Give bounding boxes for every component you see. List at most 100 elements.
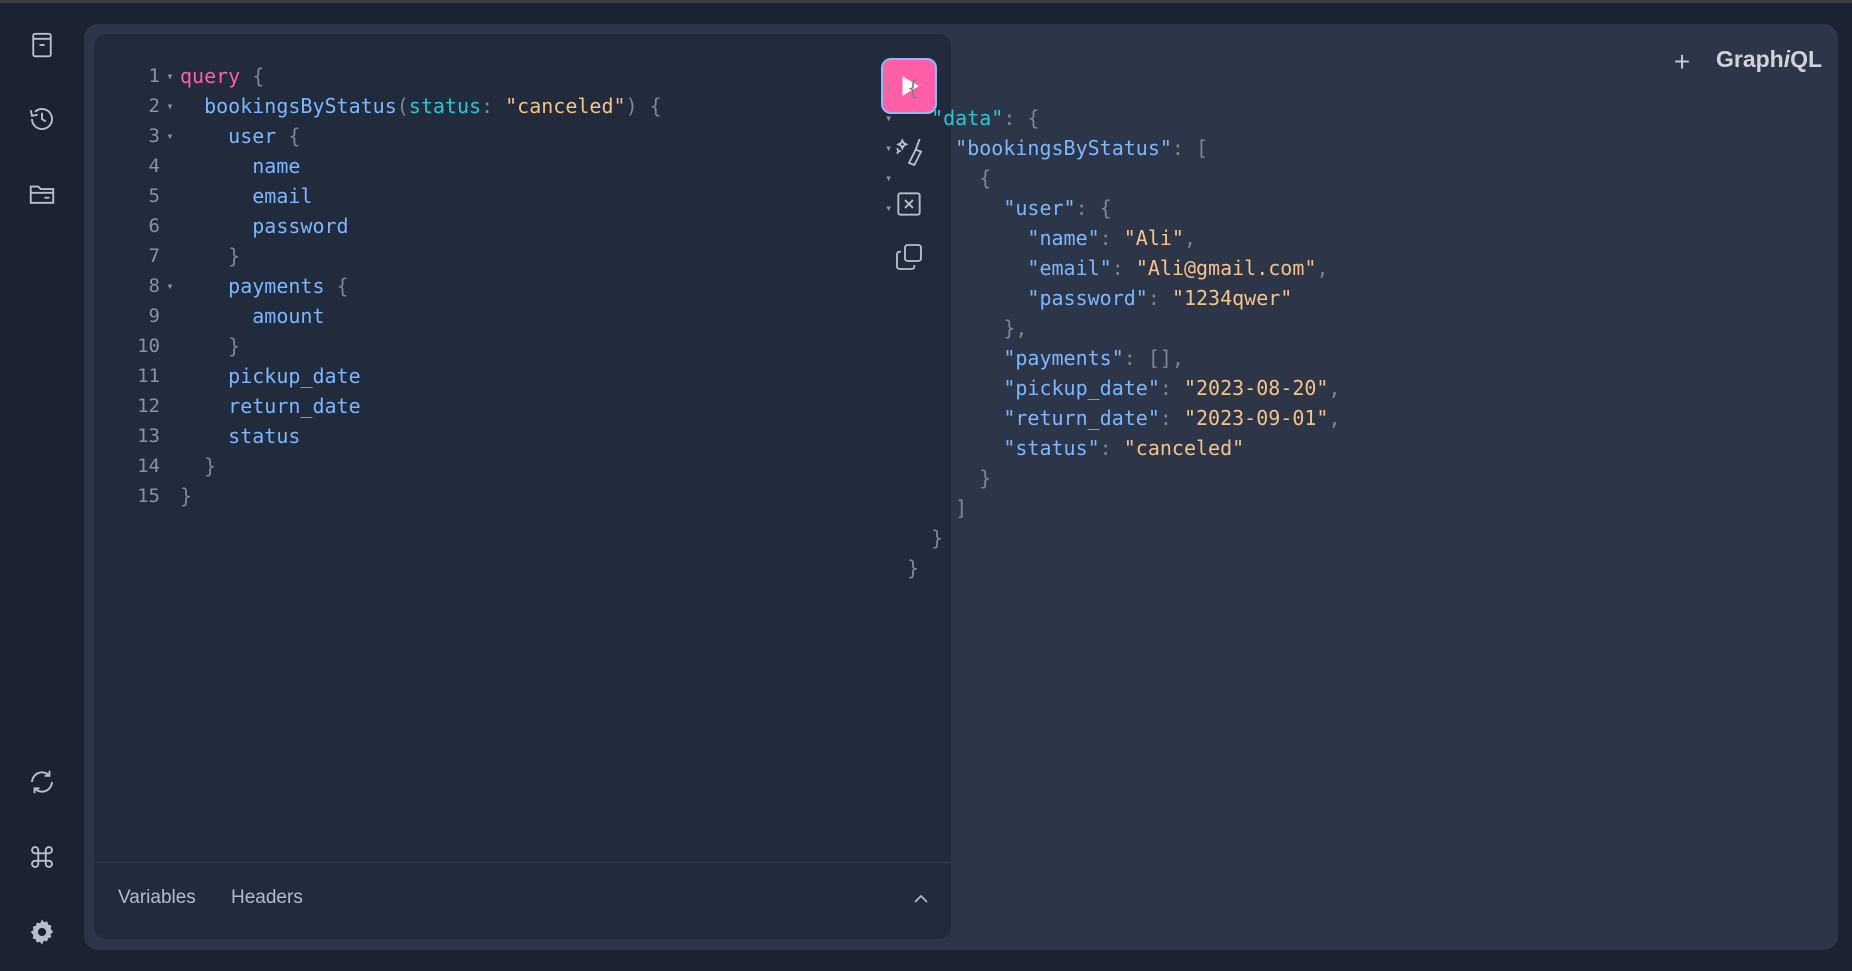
history-icon[interactable] (22, 99, 62, 139)
explorer-icon[interactable] (22, 174, 62, 214)
fold-toggle-icon[interactable]: ▾ (885, 163, 907, 193)
code-token: } (204, 454, 217, 478)
code-token: "status" (1003, 436, 1100, 460)
editor-line[interactable]: 9 amount (122, 301, 662, 331)
editor-line[interactable]: 2 ▾ bookingsByStatus(status: "canceled") … (122, 91, 662, 121)
code-token: return_date (228, 394, 361, 418)
chevron-up-icon[interactable] (909, 887, 933, 911)
editor-line[interactable]: 14 } (122, 451, 662, 481)
add-tab-button[interactable]: + (1664, 44, 1700, 80)
result-line: ▾ { (885, 163, 1341, 193)
line-text: return_date (180, 391, 361, 421)
line-number: 15 (137, 485, 160, 507)
code-token: "2023-09-01" (1183, 406, 1329, 430)
editor-line[interactable]: 1 ▾ query { (122, 61, 662, 91)
line-text: } (180, 451, 216, 481)
result-viewer: ▾{▾ "data": {▾ "bookingsByStatus": [▾ {▾… (885, 73, 1341, 583)
docs-icon[interactable] (22, 25, 62, 65)
line-text: password (180, 211, 349, 241)
code-token: : (1159, 406, 1184, 430)
code-token: payments (228, 274, 325, 298)
line-number: 3 (148, 125, 160, 147)
line-text: payments { (180, 271, 348, 301)
fold-toggle-icon (160, 151, 180, 181)
fold-toggle-icon[interactable]: ▾ (160, 121, 180, 151)
code-token: "Ali" (1123, 226, 1184, 250)
tab-headers[interactable]: Headers (231, 887, 303, 909)
line-text: ] (907, 493, 967, 523)
line-text: "email": "Ali@gmail.com", (907, 253, 1328, 283)
editor-line[interactable]: 6 password (122, 211, 662, 241)
editor-line[interactable]: 8 ▾ payments { (122, 271, 662, 301)
fold-toggle-icon (885, 553, 907, 583)
query-editor[interactable]: 1 ▾ query {2 ▾ bookingsByStatus(status: "ca… (122, 61, 662, 511)
fold-toggle-icon[interactable]: ▾ (885, 73, 907, 103)
line-text: email (180, 181, 312, 211)
result-line: "pickup_date": "2023-08-20", (885, 373, 1340, 403)
code-token: : [ (1171, 136, 1209, 160)
fold-toggle-icon[interactable]: ▾ (885, 193, 907, 223)
code-token: password (252, 214, 349, 238)
fold-toggle-icon[interactable]: ▾ (885, 103, 907, 133)
editor-line[interactable]: 15} (122, 481, 662, 511)
fold-toggle-icon (885, 283, 907, 313)
editor-line[interactable]: 3 ▾ user { (122, 121, 662, 151)
code-token: { (907, 76, 920, 100)
fold-toggle-icon[interactable]: ▾ (160, 61, 180, 91)
editor-line[interactable]: 12 return_date (122, 391, 662, 421)
fold-toggle-icon (885, 463, 907, 493)
result-line: "name": "Ali", (885, 223, 1341, 253)
line-text: user { (180, 121, 300, 151)
line-text: } (180, 241, 240, 271)
refetch-schema-icon[interactable] (22, 762, 62, 802)
line-text: "user": { (907, 193, 1111, 223)
editor-line[interactable]: 10 } (122, 331, 662, 361)
line-number: 1 (148, 65, 160, 87)
line-text: pickup_date (180, 361, 360, 391)
fold-toggle-icon[interactable]: ▾ (885, 133, 907, 163)
code-token: } (228, 244, 241, 268)
line-number: 12 (137, 395, 160, 417)
fold-toggle-icon[interactable]: ▾ (160, 271, 180, 301)
editor-line[interactable]: 11 pickup_date (122, 361, 662, 391)
code-token: , (1316, 256, 1329, 280)
code-token: { (240, 64, 265, 88)
line-number: 2 (148, 95, 160, 117)
line-text: "data": { (907, 103, 1039, 133)
fold-toggle-icon[interactable]: ▾ (160, 91, 180, 121)
line-text: "name": "Ali", (907, 223, 1196, 253)
fold-toggle-icon (160, 301, 180, 331)
editor-line[interactable]: 4 name (122, 151, 662, 181)
line-text: } (907, 463, 991, 493)
line-text: { (907, 163, 991, 193)
fold-toggle-icon (885, 523, 907, 553)
editor-line[interactable]: 7 } (122, 241, 662, 271)
code-token: status (408, 94, 482, 118)
result-line: "payments": [], (885, 343, 1341, 373)
tab-variables[interactable]: Variables (118, 887, 196, 909)
line-text: bookingsByStatus(status: "canceled") { (180, 91, 662, 121)
editor-line[interactable]: 13 status (122, 421, 662, 451)
code-token: } (907, 556, 920, 580)
code-token: ] (955, 496, 968, 520)
shortcuts-icon[interactable] (22, 837, 62, 877)
fold-toggle-icon (885, 253, 907, 283)
code-token: "bookingsByStatus" (955, 136, 1172, 160)
line-text: "pickup_date": "2023-08-20", (907, 373, 1340, 403)
line-text: } (180, 331, 240, 361)
editor-line[interactable]: 5 email (122, 181, 662, 211)
result-line: } (885, 523, 1341, 553)
line-number: 14 (137, 455, 160, 477)
settings-icon[interactable] (22, 912, 62, 952)
